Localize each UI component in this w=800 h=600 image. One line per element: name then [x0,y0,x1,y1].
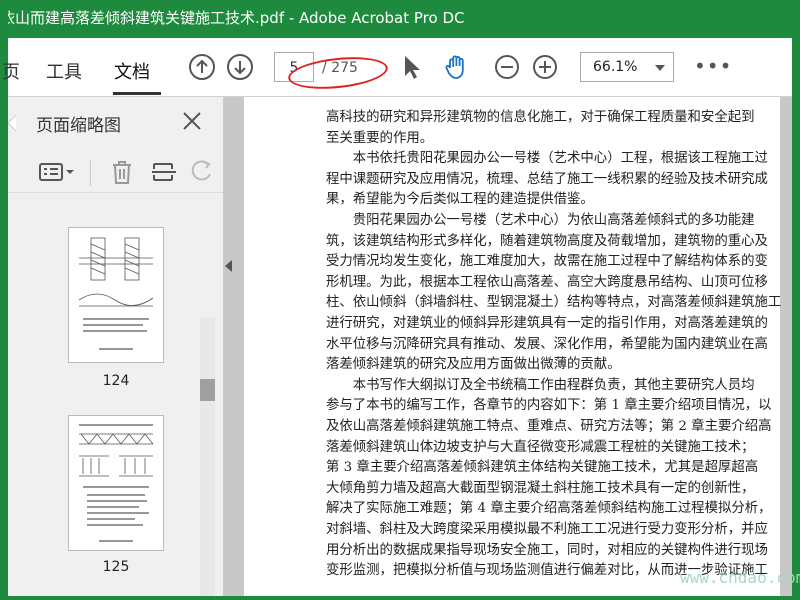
thumbnail-preview-image [78,237,154,350]
page-thumbnail[interactable] [68,415,164,551]
active-tab-indicator [113,92,161,95]
thumbnail-options-icon[interactable] [38,158,78,186]
document-text-line: 参与了本书的编写工作，各章节的内容如下：第 1 章主要介绍项目情况，以 [326,398,772,414]
document-text-line: 果，希望能为今后类似工程的建造提供借鉴。 [326,192,594,208]
thumbnail-preview-image [79,424,154,542]
document-text-line: 高科技的研究和异形建筑物的信息化施工，对于确保工程质量和安全起到 [326,110,755,125]
window-title: 依山而建高落差倾斜建筑关键施工技术.pdf - Adobe Acrobat Pr… [0,9,465,27]
document-text-line: 落差倾斜建筑的研究及应用方面做出微薄的贡献。 [326,357,621,373]
document-text-line: 本书写作大纲拟订及全书统稿工作由程群负责，其他主要研究人员均 [326,377,755,393]
trash-icon[interactable] [108,158,136,186]
document-text-line: 贵阳花果园办公一号楼（艺术中心）为依山高落差倾斜式的多功能建 [326,213,755,228]
thumbnail-page-number: 125 [102,559,130,575]
panel-title: 页面缩略图 [36,116,121,136]
document-text-line: 程中课题研究及应用情况，梳理、总结了施工一线积累的经验及技术研究成 [326,171,768,187]
window-frame-right [792,0,800,600]
window-frame-bottom [0,596,800,600]
document-text-line: 解决了实际施工难题；第 4 章主要介绍高落差倾斜结构施工过程模拟分析， [326,501,772,517]
document-text-line: 受力情况均发生变化，施工难度加大，故需在施工过程中了解结构体系的变 [326,254,768,270]
chevron-down-icon [655,65,665,71]
zoom-out-icon[interactable] [492,52,522,82]
thumbnail-panel: 页面缩略图 124 125 [8,97,224,596]
document-text-line: 及依山高落差倾斜建筑施工特点、重难点、研究方法等；第 2 章主要介绍高 [326,419,772,434]
thumbnail-page-number: 124 [102,373,130,389]
tab-home[interactable]: 页 [2,58,20,84]
document-text-line: 落差倾斜建筑山体边坡支护与大直径微变形减震工程桩的关键施工技术； [326,439,755,455]
document-text-line: 第 3 章主要介绍高落差倾斜建筑主体结构关键施工技术，尤其是超厚超高 [326,460,759,476]
scrollbar-thumb[interactable] [200,379,215,401]
zoom-level-value: 66.1% [593,59,638,75]
title-bar: 依山而建高落差倾斜建筑关键施工技术.pdf - Adobe Acrobat Pr… [0,0,800,38]
panel-pointer-icon [8,115,16,131]
thumbnail-scrollbar[interactable] [200,317,215,596]
extract-pages-icon[interactable] [150,158,178,186]
thumbnail-toolbar [8,152,223,193]
tab-tools[interactable]: 工具 [46,58,82,84]
close-icon[interactable] [180,109,204,133]
document-text-line: 对斜墙、斜柱及大跨度梁采用模拟最不利施工工况进行受力变形分析，并应 [326,522,768,537]
document-text-line: 水平位移与沉降研究具有推动、发展、深化作用，希望能为国内建筑业在高 [326,336,768,352]
document-text-line: 形机理。为此，根据本工程依山高落差、高空大跨度悬吊结构、山顶可位移 [326,274,768,290]
document-text-line: 柱、依山倾斜（斜墙斜柱、型钢混凝土）结构等特点，对高落差倾斜建筑施工 [326,295,782,311]
next-page-icon[interactable] [225,52,255,82]
page-thumbnail[interactable] [68,227,164,363]
toolbar-divider [90,160,91,186]
collapse-panel-icon[interactable] [225,260,232,272]
select-cursor-icon[interactable] [396,52,426,82]
tab-document[interactable]: 文档 [114,58,150,84]
pdf-page: 高科技的研究和异形建筑物的信息化施工，对于确保工程质量和安全起到 至关重要的作用。… [244,97,782,596]
document-text-line: 至关重要的作用。 [326,130,434,146]
document-text-line: 本书依托贵阳花果园办公一号楼（艺术中心）工程，根据该工程施工过 [326,151,768,167]
hand-tool-icon[interactable] [442,52,472,82]
main-toolbar: 页 工具 文档 5 / 275 66.1% ••• [2,38,792,97]
window-frame-left [0,0,8,600]
zoom-level-select[interactable]: 66.1% [580,52,674,82]
zoom-in-icon[interactable] [530,52,560,82]
document-text-line: 大倾角剪力墙及超高大截面型钢混凝土斜柱施工技术具有一定的创新性， [326,480,755,496]
site-watermark: www.cndao.com [680,568,800,587]
previous-page-icon[interactable] [187,52,217,82]
document-text-line: 筑，该建筑结构形式多样化，随着建筑物高度及荷载增加，建筑物的重心及 [326,233,768,249]
rotate-icon[interactable] [188,158,216,186]
more-options-icon[interactable]: ••• [694,54,732,78]
document-text-line: 用分析出的数据成果指导现场安全施工，同时，对相应的关键构件进行现场 [326,542,768,558]
document-text-line: 进行研究，对建筑业的倾斜异形建筑具有一定的指引作用，对高落差建筑的 [326,316,768,331]
